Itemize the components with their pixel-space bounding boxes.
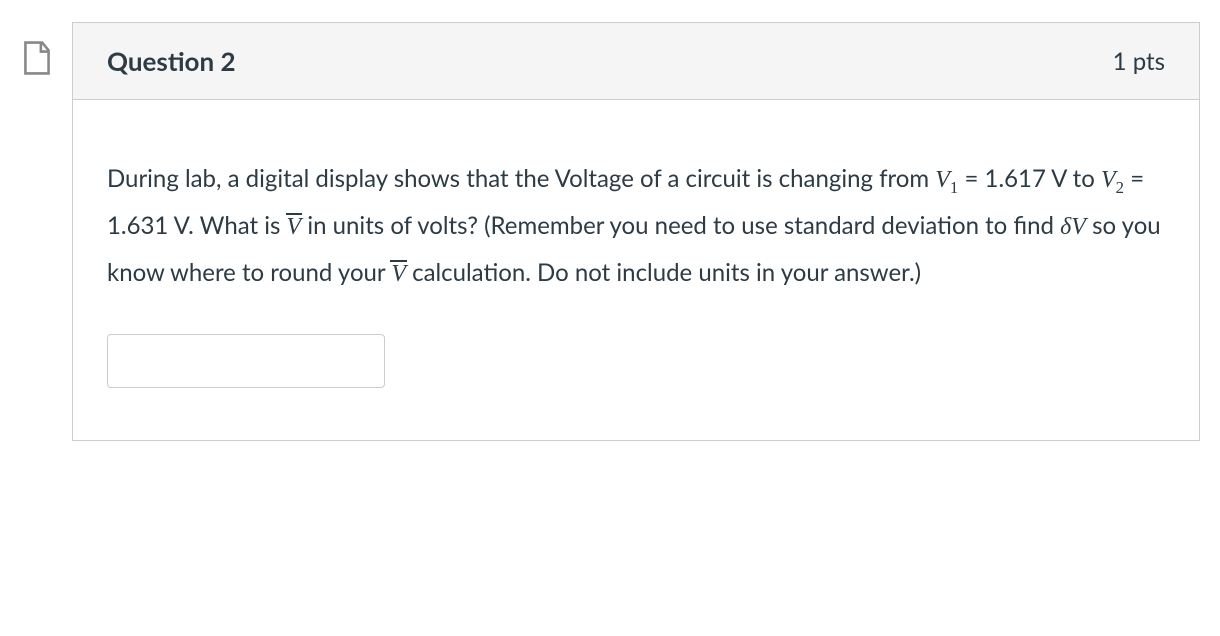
question-card: Question 2 1 pts During lab, a digital d…	[72, 22, 1200, 441]
question-text: During lab, a digital display shows that…	[107, 156, 1165, 296]
question-status-icon	[20, 40, 54, 76]
v-bar-symbol: V	[391, 262, 406, 286]
question-body: During lab, a digital display shows that…	[73, 100, 1199, 440]
text-segment: in units of volts? (Remember you need to…	[301, 211, 1060, 240]
answer-area	[107, 334, 1165, 388]
text-segment: = 1.617 V to	[958, 164, 1101, 193]
quiz-question-wrapper: Question 2 1 pts During lab, a digital d…	[10, 10, 1210, 453]
v2-variable: V2	[1101, 167, 1124, 193]
question-title: Question 2	[107, 45, 236, 77]
text-segment: calculation. Do not include units in you…	[406, 258, 921, 287]
answer-input[interactable]	[107, 334, 385, 388]
text-segment: During lab, a digital display shows that…	[107, 164, 935, 193]
v1-variable: V1	[935, 167, 958, 193]
question-status-column	[20, 22, 54, 80]
question-points: 1 pts	[1113, 47, 1165, 76]
delta-v-symbol: δV	[1060, 214, 1086, 240]
v-bar-symbol: V	[287, 215, 302, 239]
question-header: Question 2 1 pts	[73, 23, 1199, 100]
